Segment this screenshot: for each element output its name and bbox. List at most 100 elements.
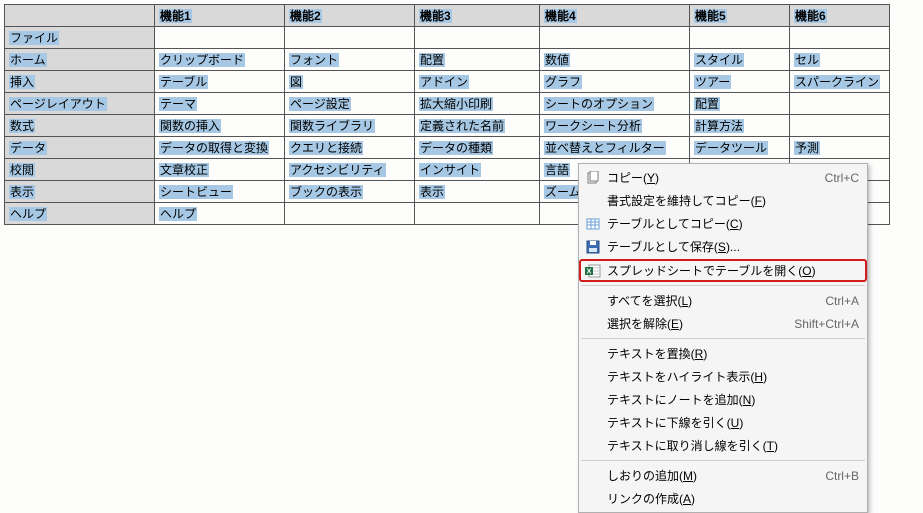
menu-label: すべてを選択(L) [607, 292, 817, 309]
data-cell: 配置 [690, 93, 790, 115]
data-cell: データツール [690, 137, 790, 159]
data-cell: アクセシビリティ [285, 159, 415, 181]
data-cell [790, 115, 890, 137]
header-cell: 機能1 [155, 5, 285, 27]
data-cell: データの種類 [415, 137, 540, 159]
data-cell: 配置 [415, 49, 540, 71]
data-cell: インサイト [415, 159, 540, 181]
shortcut: Ctrl+A [825, 294, 859, 308]
data-cell: 予測 [790, 137, 890, 159]
menu-separator [581, 285, 865, 286]
menu-label: テキストをハイライト表示(H) [607, 368, 859, 385]
data-cell: フォント [285, 49, 415, 71]
menu-deselect[interactable]: 選択を解除(E) Shift+Ctrl+A [579, 312, 867, 335]
menu-label: テキストに下線を引く(U) [607, 414, 859, 431]
row-header-cell: 校閲 [5, 159, 155, 181]
data-cell [415, 27, 540, 49]
data-cell: シートビュー [155, 181, 285, 203]
data-cell [790, 27, 890, 49]
menu-copy[interactable]: コピー(Y) Ctrl+C [579, 166, 867, 189]
data-cell: ヘルプ [155, 203, 285, 225]
table-row: 挿入テーブル図アドイングラフツアースパークライン [5, 71, 890, 93]
table-row: ファイル [5, 27, 890, 49]
data-cell: ワークシート分析 [540, 115, 690, 137]
data-cell: グラフ [540, 71, 690, 93]
data-cell: スタイル [690, 49, 790, 71]
data-cell: 並べ替えとフィルター [540, 137, 690, 159]
data-cell: 文章校正 [155, 159, 285, 181]
menu-open-spreadsheet[interactable]: X スプレッドシートでテーブルを開く(O) [579, 259, 867, 282]
menu-label: テーブルとしてコピー(C) [607, 215, 859, 232]
menu-strike-text[interactable]: テキストに取り消し線を引く(T) [579, 434, 867, 457]
svg-text:X: X [587, 268, 592, 275]
menu-label: 選択を解除(E) [607, 315, 786, 332]
data-cell: 関数ライブラリ [285, 115, 415, 137]
data-cell: 図 [285, 71, 415, 93]
data-cell: データの取得と変換 [155, 137, 285, 159]
excel-icon: X [583, 263, 603, 279]
data-cell [690, 27, 790, 49]
menu-create-link[interactable]: リンクの作成(A) [579, 487, 867, 510]
menu-separator [581, 338, 865, 339]
menu-select-all[interactable]: すべてを選択(L) Ctrl+A [579, 289, 867, 312]
shortcut: Shift+Ctrl+A [794, 317, 859, 331]
data-cell: 拡大縮小印刷 [415, 93, 540, 115]
data-cell: 定義された名前 [415, 115, 540, 137]
menu-add-bookmark[interactable]: しおりの追加(M) Ctrl+B [579, 464, 867, 487]
row-header-cell: 表示 [5, 181, 155, 203]
data-cell: テーマ [155, 93, 285, 115]
table-row: 数式関数の挿入関数ライブラリ定義された名前ワークシート分析計算方法 [5, 115, 890, 137]
row-header-cell: ページレイアウト [5, 93, 155, 115]
menu-copy-table[interactable]: テーブルとしてコピー(C) [579, 212, 867, 235]
menu-label: コピー(Y) [607, 169, 817, 186]
data-cell [790, 93, 890, 115]
header-cell: 機能2 [285, 5, 415, 27]
row-header-cell: ホーム [5, 49, 155, 71]
menu-replace-text[interactable]: テキストを置換(R) [579, 342, 867, 365]
data-cell: ツアー [690, 71, 790, 93]
data-cell [155, 27, 285, 49]
data-cell: 計算方法 [690, 115, 790, 137]
data-cell: クリップボード [155, 49, 285, 71]
menu-label: 書式設定を維持してコピー(F) [607, 192, 859, 209]
table-row: ページレイアウトテーマページ設定拡大縮小印刷シートのオプション配置 [5, 93, 890, 115]
data-cell: クエリと接続 [285, 137, 415, 159]
menu-label: テキストに取り消し線を引く(T) [607, 437, 859, 454]
data-cell: シートのオプション [540, 93, 690, 115]
menu-save-table[interactable]: テーブルとして保存(S)... [579, 235, 867, 258]
row-header-cell: ファイル [5, 27, 155, 49]
data-cell: アドイン [415, 71, 540, 93]
data-cell: ブックの表示 [285, 181, 415, 203]
menu-copy-format[interactable]: 書式設定を維持してコピー(F) [579, 189, 867, 212]
header-cell: 機能4 [540, 5, 690, 27]
menu-label: リンクの作成(A) [607, 490, 859, 507]
table-row: ホームクリップボードフォント配置数値スタイルセル [5, 49, 890, 71]
menu-add-note[interactable]: テキストにノートを追加(N) [579, 388, 867, 411]
data-cell [540, 27, 690, 49]
data-cell: 表示 [415, 181, 540, 203]
data-cell [285, 27, 415, 49]
data-cell: ページ設定 [285, 93, 415, 115]
data-cell: テーブル [155, 71, 285, 93]
header-cell: 機能6 [790, 5, 890, 27]
menu-label: テーブルとして保存(S)... [607, 238, 859, 255]
row-header-cell: 数式 [5, 115, 155, 137]
row-header-cell: 挿入 [5, 71, 155, 93]
menu-underline-text[interactable]: テキストに下線を引く(U) [579, 411, 867, 434]
save-icon [583, 239, 603, 255]
data-cell [415, 203, 540, 225]
context-menu: コピー(Y) Ctrl+C 書式設定を維持してコピー(F) テーブルとしてコピー… [578, 163, 868, 513]
table-icon [583, 216, 603, 232]
menu-separator [581, 460, 865, 461]
menu-label: テキストを置換(R) [607, 345, 859, 362]
header-cell: 機能5 [690, 5, 790, 27]
header-cell: 機能3 [415, 5, 540, 27]
header-cell [5, 5, 155, 27]
copy-icon [583, 170, 603, 186]
menu-highlight-text[interactable]: テキストをハイライト表示(H) [579, 365, 867, 388]
data-cell: 数値 [540, 49, 690, 71]
table-header-row: 機能1 機能2 機能3 機能4 機能5 機能6 [5, 5, 890, 27]
row-header-cell: データ [5, 137, 155, 159]
data-cell: セル [790, 49, 890, 71]
menu-label: テキストにノートを追加(N) [607, 391, 859, 408]
